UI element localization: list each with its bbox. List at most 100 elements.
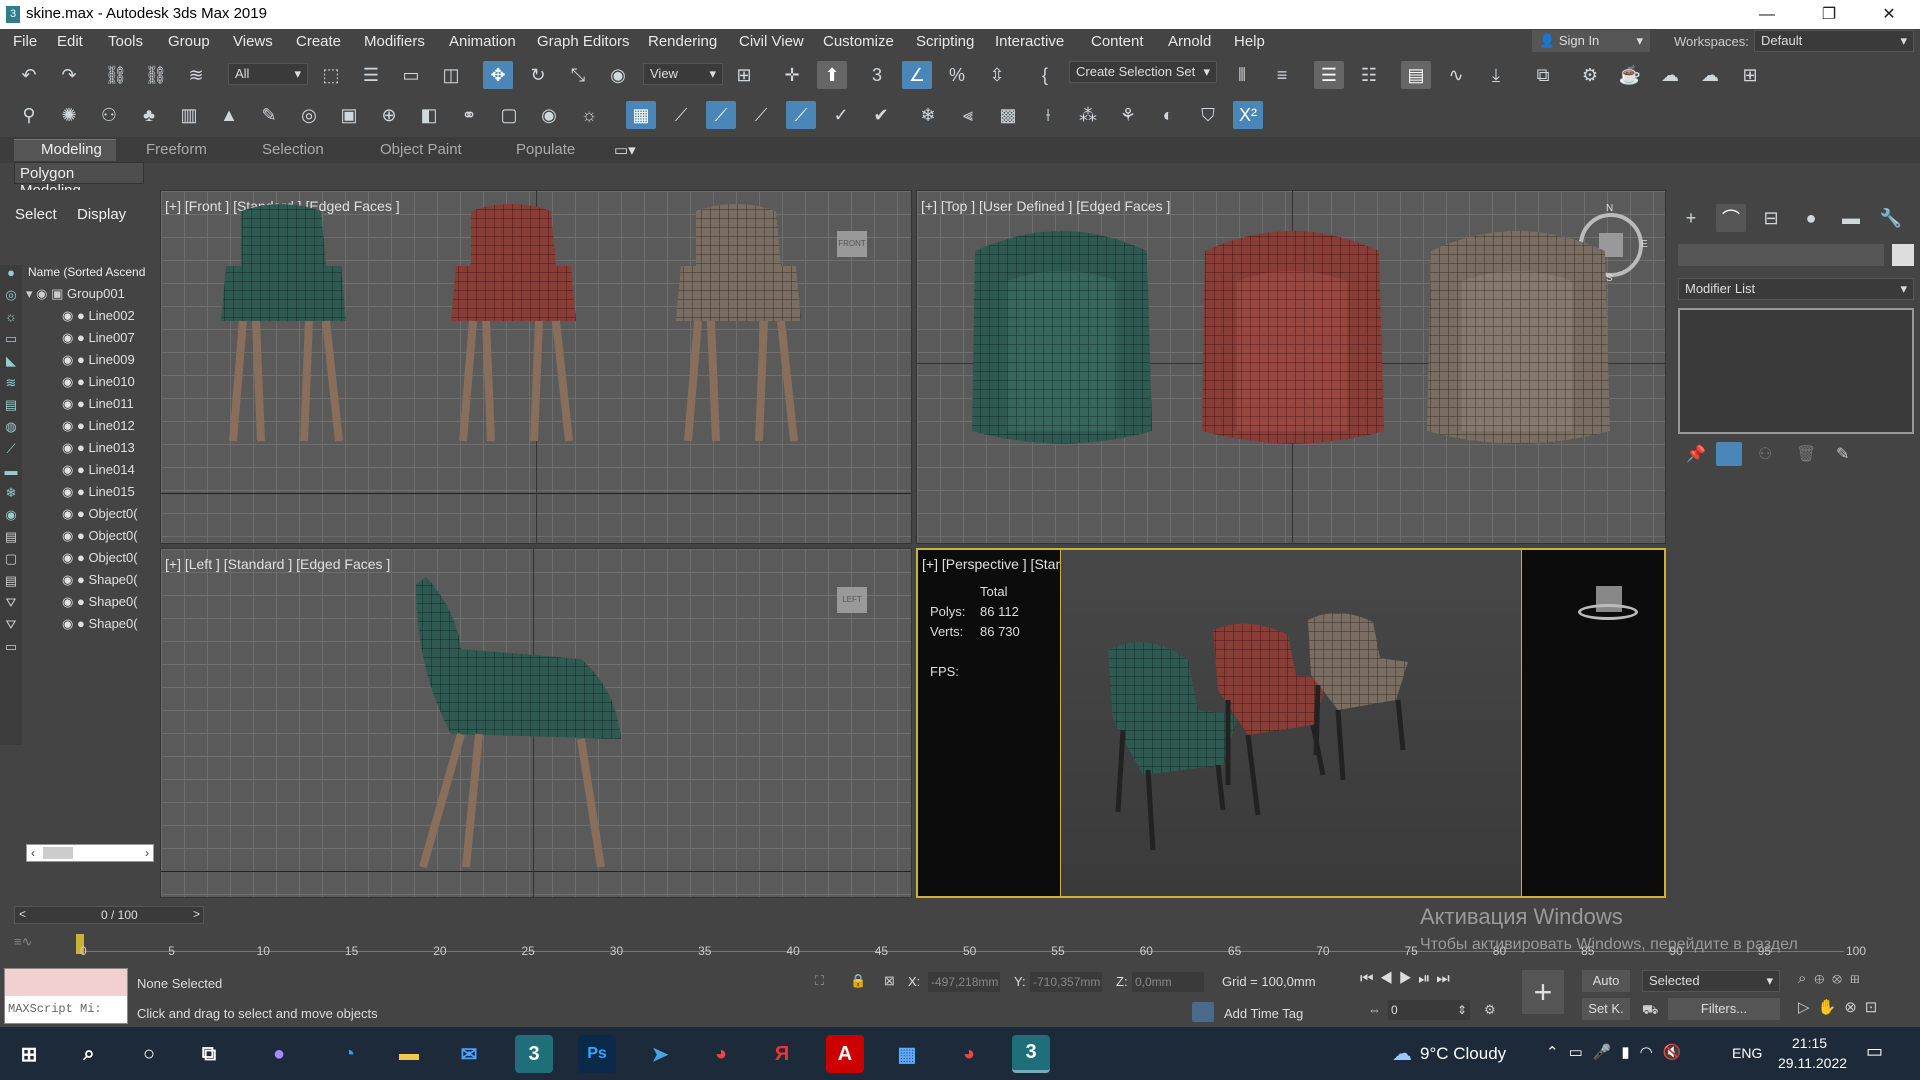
x-coord-field[interactable]: -497,218mm xyxy=(928,972,1000,992)
object-name-field[interactable] xyxy=(1678,244,1884,266)
3dsmax-active-icon[interactable]: 3 xyxy=(1012,1035,1050,1073)
filter-bone-icon[interactable]: ⟋ xyxy=(0,441,22,463)
nav-controls-bottom[interactable]: ▷✋⊗⊡ xyxy=(1798,998,1885,1016)
list-item[interactable]: ◉ ● Object0( xyxy=(26,528,156,550)
menu-interactive[interactable]: Interactive xyxy=(995,33,1064,50)
undo-icon[interactable]: ↶ xyxy=(14,61,44,89)
globe-icon[interactable]: ◐ xyxy=(1153,101,1183,129)
maxscript-listener[interactable]: MAXScript Mi: xyxy=(4,968,128,1024)
align-icon[interactable]: ≡ xyxy=(1267,61,1297,89)
list-item[interactable]: ◉ ● Line010 xyxy=(26,374,156,396)
link-icon[interactable]: ⛓ xyxy=(101,61,131,89)
redo-icon[interactable]: ↷ xyxy=(54,61,84,89)
windows-start-icon[interactable]: ⊞ xyxy=(10,1035,48,1073)
configure-modifiers-icon[interactable]: ✎ xyxy=(1836,444,1849,464)
menu-edit[interactable]: Edit xyxy=(57,33,83,50)
filter-light-icon[interactable]: ☼ xyxy=(0,309,22,331)
menu-group[interactable]: Group xyxy=(168,33,210,50)
eye-icon[interactable]: ◉ ● xyxy=(62,594,85,609)
eye-icon[interactable]: ◉ ● xyxy=(62,308,85,323)
window-crossing-icon[interactable]: ◫ xyxy=(436,61,466,89)
grid-snap-icon[interactable]: ▦ xyxy=(626,101,656,129)
schematic-view-icon[interactable]: ⧉ xyxy=(1528,61,1558,89)
yandex-icon[interactable]: Я xyxy=(763,1035,801,1073)
eye-icon[interactable]: ◉ ● xyxy=(62,506,85,521)
ribbon-toggle-icon[interactable]: ▤ xyxy=(1401,61,1431,89)
named-selection-dropdown[interactable]: Create Selection Set ▾ xyxy=(1069,61,1217,83)
percent-snap-icon[interactable]: % xyxy=(942,61,972,89)
list-item[interactable]: ◉ ● Line014 xyxy=(26,462,156,484)
filter-invert-icon[interactable]: ▤ xyxy=(0,573,22,595)
dope-sheet-icon[interactable]: ⤓ xyxy=(1481,61,1511,89)
populate-icon[interactable]: ⚇ xyxy=(94,101,124,129)
unlink-icon[interactable]: ⛓ xyxy=(141,61,171,89)
playback-controls[interactable]: ⏮◀▶⏯⏭ xyxy=(1360,970,1456,987)
utilities-tab-icon[interactable]: 🔧 xyxy=(1876,204,1906,232)
filter-helper-icon[interactable]: ◣ xyxy=(0,353,22,375)
xref-icon[interactable]: X² xyxy=(1233,101,1263,129)
weather-text[interactable]: 9°C Cloudy xyxy=(1420,1044,1506,1064)
particle-icon[interactable]: ❄ xyxy=(913,101,943,129)
time-prev[interactable]: < xyxy=(19,907,26,921)
set-key-icon[interactable]: + xyxy=(1522,970,1564,1014)
explorer-tab-select[interactable]: Select xyxy=(15,206,57,223)
menu-rendering[interactable]: Rendering xyxy=(648,33,717,50)
eye-icon[interactable]: ◉ ● xyxy=(62,616,85,631)
menu-civil-view[interactable]: Civil View xyxy=(739,33,804,50)
remove-modifier-icon[interactable]: 🗑 xyxy=(1796,444,1816,464)
language-indicator[interactable]: ENG xyxy=(1732,1045,1762,1061)
list-item[interactable]: ◉ ● Line007 xyxy=(26,330,156,352)
group-icon[interactable]: ⚭ xyxy=(454,101,484,129)
film-icon[interactable]: ▩ xyxy=(993,101,1023,129)
sun-icon[interactable]: ✺ xyxy=(54,101,84,129)
menu-content[interactable]: Content xyxy=(1091,33,1144,50)
nav-controls-top[interactable]: ⌕⊕⊗⊞ xyxy=(1798,970,1868,987)
viewport-perspective[interactable]: [+] [Perspective ] [Standard ] [Edged Fa… xyxy=(916,548,1666,898)
menu-arnold[interactable]: Arnold xyxy=(1168,33,1211,50)
filter-hidden-icon[interactable]: ◉ xyxy=(0,507,22,529)
clock-time[interactable]: 21:15 xyxy=(1792,1035,1827,1051)
3dsmax-icon[interactable]: 3 xyxy=(515,1035,553,1073)
display-tab-icon[interactable]: ▬ xyxy=(1836,204,1866,232)
menu-graph-editors[interactable]: Graph Editors xyxy=(537,33,630,50)
tab-modeling[interactable]: Modeling xyxy=(41,141,102,158)
time-config-icon[interactable]: ⚙ xyxy=(1484,1002,1496,1018)
key-filters-icon[interactable]: ⛟ xyxy=(1642,1002,1658,1020)
hierarchy-tab-icon[interactable]: ⊟ xyxy=(1756,204,1786,232)
tab-selection[interactable]: Selection xyxy=(262,141,324,158)
move-icon[interactable]: ✥ xyxy=(483,61,513,89)
create-light-icon[interactable]: ⚲ xyxy=(14,101,44,129)
menu-tools[interactable]: Tools xyxy=(108,33,143,50)
crosshair-icon[interactable]: ⊕ xyxy=(374,101,404,129)
task-view-icon[interactable]: ⧉ xyxy=(190,1035,228,1073)
list-item[interactable]: ◉ ● Line002 xyxy=(26,308,156,330)
filter-shape-icon[interactable]: ◎ xyxy=(0,287,22,309)
selection-filter-dropdown[interactable]: All ▾ xyxy=(228,63,308,85)
maximize-button[interactable]: ❐ xyxy=(1806,0,1852,29)
funnel2-icon[interactable]: ⛛ xyxy=(0,617,22,639)
eye-icon[interactable]: ◉ ● xyxy=(62,462,85,477)
cortana-icon[interactable]: ○ xyxy=(130,1035,168,1073)
menu-help[interactable]: Help xyxy=(1234,33,1265,50)
rotate-icon[interactable]: ↻ xyxy=(523,61,553,89)
edge-icon[interactable]: ◔ xyxy=(330,1035,368,1073)
filter-spacewarp-icon[interactable]: ≋ xyxy=(0,375,22,397)
filter-xref-icon[interactable]: ◍ xyxy=(0,419,22,441)
transform-mode-icon[interactable]: ⊠ xyxy=(884,973,895,989)
vertex-snap-icon[interactable]: ⟋ xyxy=(666,101,696,129)
eye-icon[interactable]: ◉ xyxy=(534,101,564,129)
keyboard-shortcut-toggle-icon[interactable]: ⬆ xyxy=(817,61,847,89)
menu-views[interactable]: Views xyxy=(233,33,273,50)
check-angle-icon[interactable]: ✓ xyxy=(826,101,856,129)
filters-button[interactable]: Filters... xyxy=(1668,998,1780,1020)
minimize-button[interactable]: — xyxy=(1744,0,1790,29)
explorer-hscrollbar[interactable]: ‹ › xyxy=(26,844,154,862)
frame-field[interactable]: 0 ⇕ xyxy=(1388,1000,1470,1020)
key-mode-icon[interactable]: ⇔ xyxy=(1368,1002,1381,1017)
frame-icon[interactable]: ▢ xyxy=(494,101,524,129)
list-item[interactable]: ◉ ● Object0( xyxy=(26,506,156,528)
list-item[interactable]: ◉ ● Line012 xyxy=(26,418,156,440)
lock-icon[interactable]: 🔒 xyxy=(850,973,866,989)
store-icon[interactable]: ▦ xyxy=(888,1035,926,1073)
viewport-top[interactable]: [+] [Top ] [User Defined ] [Edged Faces … xyxy=(916,190,1666,544)
